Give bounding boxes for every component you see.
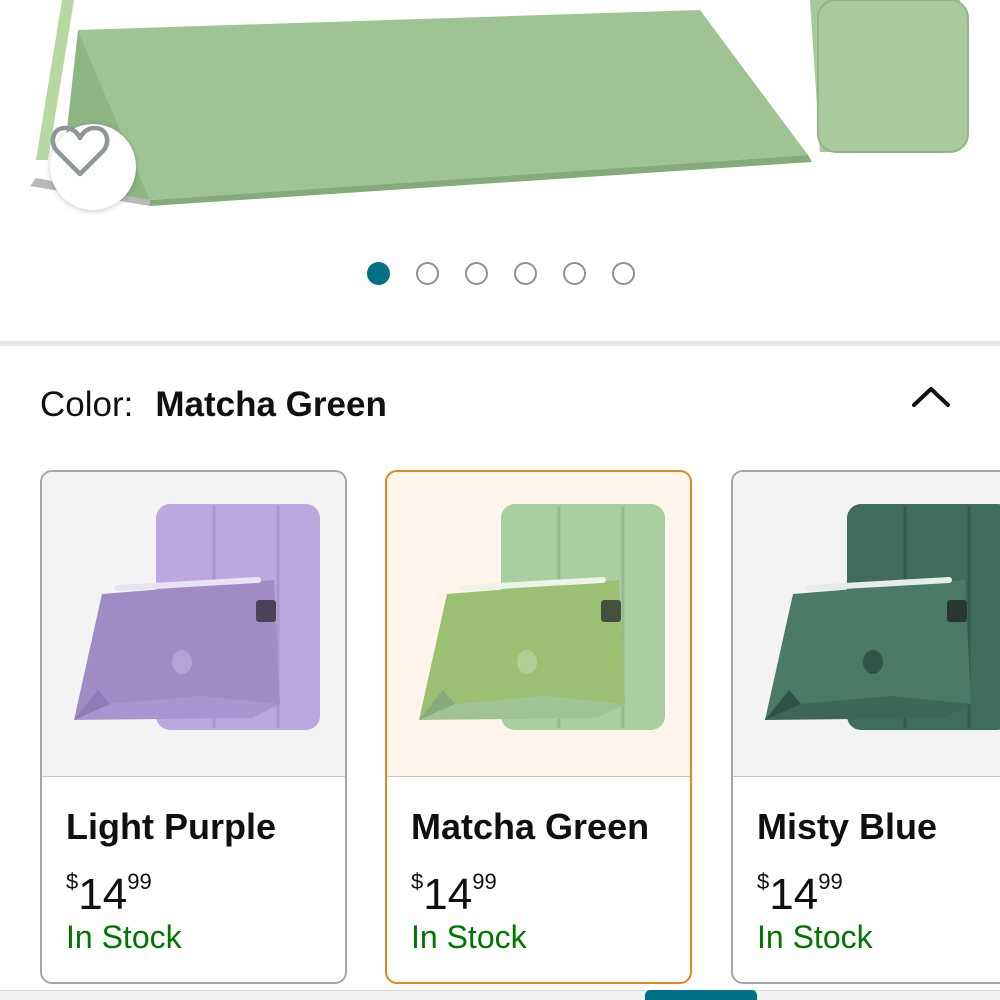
price-whole: 14 xyxy=(423,870,473,919)
price-currency: $ xyxy=(757,869,770,894)
availability-status: In Stock xyxy=(757,919,873,955)
carousel-dot[interactable] xyxy=(367,262,390,285)
price-currency: $ xyxy=(66,869,79,894)
swatch-price: $1499 xyxy=(411,857,690,919)
chevron-up-icon xyxy=(912,387,950,407)
swatch-image xyxy=(733,472,1000,777)
image-carousel-indicator xyxy=(367,262,635,285)
swatch-price: $1499 xyxy=(757,857,1000,919)
availability-status: In Stock xyxy=(66,919,182,955)
purple-case-thumbnail xyxy=(74,504,320,730)
swatch-name: Light Purple xyxy=(66,806,276,847)
color-option-light-purple[interactable]: Light Purple $1499 In Stock xyxy=(40,470,347,984)
section-divider xyxy=(0,341,1000,346)
price-fraction: 99 xyxy=(127,869,152,894)
carousel-dot[interactable] xyxy=(563,262,586,285)
color-option-matcha-green[interactable]: Matcha Green $1499 In Stock xyxy=(385,470,692,984)
carousel-dot[interactable] xyxy=(612,262,635,285)
swatch-image xyxy=(42,472,345,777)
color-label: Color: xyxy=(40,385,134,424)
product-image[interactable] xyxy=(0,0,1000,240)
blue-case-thumbnail xyxy=(765,504,1000,730)
swatch-name: Misty Blue xyxy=(757,806,938,847)
price-currency: $ xyxy=(411,869,424,894)
price-whole: 14 xyxy=(769,870,819,919)
green-case-thumbnail xyxy=(419,504,665,730)
price-fraction: 99 xyxy=(472,869,497,894)
carousel-dot[interactable] xyxy=(416,262,439,285)
collapse-color-button[interactable] xyxy=(908,380,954,412)
product-image-case-illustration xyxy=(30,0,969,206)
swatch-price: $1499 xyxy=(66,857,345,919)
price-fraction: 99 xyxy=(818,869,843,894)
bottom-bar xyxy=(0,990,1000,1000)
carousel-dot[interactable] xyxy=(465,262,488,285)
carousel-dot[interactable] xyxy=(514,262,537,285)
color-option-misty-blue[interactable]: Misty Blue $1499 In Stock xyxy=(731,470,1000,984)
selected-color-value: Matcha Green xyxy=(155,385,387,424)
availability-status: In Stock xyxy=(411,919,527,955)
price-whole: 14 xyxy=(78,870,128,919)
scroll-indicator xyxy=(645,990,757,1000)
swatch-image xyxy=(387,472,690,777)
swatch-name: Matcha Green xyxy=(411,806,650,847)
color-selector-header[interactable]: Color: Matcha Green xyxy=(40,380,960,430)
wishlist-button[interactable] xyxy=(50,124,136,210)
heart-icon xyxy=(50,125,110,177)
